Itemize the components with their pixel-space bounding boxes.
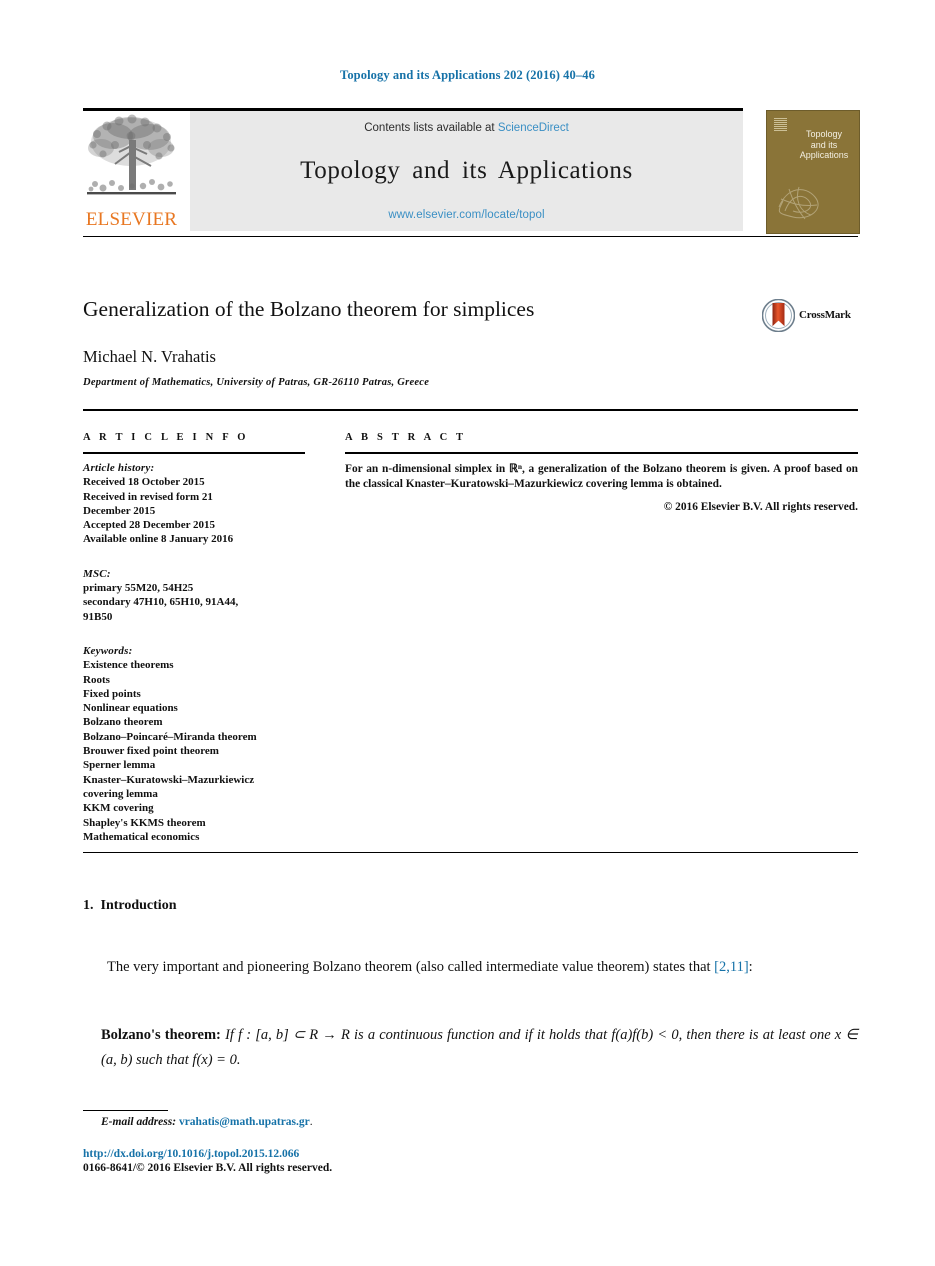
article-history-item: Accepted 28 December 2015 xyxy=(83,519,216,532)
keyword-item: Brouwer fixed point theorem xyxy=(83,745,219,758)
email-label: E-mail address: xyxy=(101,1116,177,1128)
sciencedirect-banner: Contents lists available at ScienceDirec… xyxy=(190,111,743,231)
keywords-block: Keywords: Existence theorems Roots Fixed… xyxy=(83,644,305,844)
keyword-item: KKM covering xyxy=(83,802,154,815)
keyword-item: Bolzano–Poincaré–Miranda theorem xyxy=(83,730,257,743)
masthead-bottom-rule xyxy=(83,236,858,237)
intro-text-before-citation: The very important and pioneering Bolzan… xyxy=(107,959,715,975)
journal-cover-thumbnail: Topology and its Applications xyxy=(766,110,860,234)
crossmark-badge[interactable]: CrossMark xyxy=(762,299,862,333)
email-link[interactable]: vrahatis@math.upatras.gr xyxy=(179,1116,310,1128)
keyword-item: Bolzano theorem xyxy=(83,716,163,729)
article-history-item: December 2015 xyxy=(83,504,156,517)
cover-title: Topology and its Applications xyxy=(793,129,855,161)
email-footnote: E-mail address: vrahatis@math.upatras.gr… xyxy=(101,1116,313,1128)
journal-homepage-link[interactable]: www.elsevier.com/locate/topol xyxy=(190,209,743,221)
article-info-heading: A R T I C L E I N F O xyxy=(83,432,249,443)
contents-available-line: Contents lists available at ScienceDirec… xyxy=(190,122,743,134)
article-history-item: Received in revised form 21 xyxy=(83,490,213,503)
msc-item: secondary 47H10, 65H10, 91A44, xyxy=(83,596,239,609)
citation-link[interactable]: [2,11] xyxy=(714,959,749,975)
abstract-rule xyxy=(345,452,858,454)
footnote-rule xyxy=(83,1110,168,1111)
keyword-item: Shapley's KKMS theorem xyxy=(83,816,206,829)
abstract-copyright: © 2016 Elsevier B.V. All rights reserved… xyxy=(663,501,858,514)
intro-text-after-citation: : xyxy=(748,959,753,975)
bolzano-theorem-statement: Bolzano's theorem: If f : [a, b] ⊂ R → R… xyxy=(101,1023,858,1073)
theorem-name: Bolzano's theorem: xyxy=(101,1027,221,1043)
paper-page: Topology and its Applications 202 (2016)… xyxy=(0,0,935,1266)
info-bottom-rule xyxy=(83,852,858,853)
keyword-item: Mathematical economics xyxy=(83,830,200,843)
section-heading-introduction: 1. Introduction xyxy=(83,898,176,914)
article-history-block: Article history: Received 18 October 201… xyxy=(83,461,305,547)
elsevier-tree-icon xyxy=(87,114,176,195)
article-history-label: Article history: xyxy=(83,462,155,474)
msc-item: 91B50 xyxy=(83,610,113,623)
abstract-heading: A B S T R A C T xyxy=(345,432,467,443)
cover-artwork-icon xyxy=(778,186,819,220)
doi-link[interactable]: http://dx.doi.org/10.1016/j.topol.2015.1… xyxy=(83,1148,299,1160)
cover-title-line3: Applications xyxy=(799,150,849,160)
keyword-item: Sperner lemma xyxy=(83,759,156,772)
journal-title: Topology and its Applications xyxy=(300,157,633,184)
keyword-item: Roots xyxy=(83,673,110,686)
msc-item: primary 55M20, 54H25 xyxy=(83,582,194,595)
author-affiliation: Department of Mathematics, University of… xyxy=(83,377,430,388)
sciencedirect-link[interactable]: ScienceDirect xyxy=(498,122,569,134)
journal-masthead: ELSEVIER Contents lists available at Sci… xyxy=(83,111,743,231)
intro-paragraph: The very important and pioneering Bolzan… xyxy=(83,955,858,980)
author-name: Michael N. Vrahatis xyxy=(83,347,216,366)
msc-label: MSC: xyxy=(83,567,111,580)
article-info-rule xyxy=(83,452,305,454)
elsevier-wordmark: ELSEVIER xyxy=(85,209,178,230)
keyword-item: Nonlinear equations xyxy=(83,702,178,715)
cover-title-line2: and its xyxy=(810,139,838,150)
keyword-item: Knaster–Kuratowski–Mazurkiewicz xyxy=(83,773,255,786)
cover-publisher-mark-icon xyxy=(774,118,787,131)
keyword-item: Fixed points xyxy=(83,687,141,700)
keyword-item: Existence theorems xyxy=(83,659,174,672)
running-head: Topology and its Applications 202 (2016)… xyxy=(340,68,595,82)
article-history-item: Available online 8 January 2016 xyxy=(83,533,234,546)
abstract-column: A B S T R A C T For an n-dimensional sim… xyxy=(345,432,858,513)
article-history-item: Received 18 October 2015 xyxy=(83,476,205,489)
elsevier-logo: ELSEVIER xyxy=(83,111,180,231)
section-label: Introduction xyxy=(100,898,177,913)
info-top-rule xyxy=(83,409,858,411)
issn-copyright-line: 0166-8641/© 2016 Elsevier B.V. All right… xyxy=(83,1162,333,1174)
abstract-text: For an n-dimensional simplex in ℝⁿ, a ge… xyxy=(345,463,858,490)
section-number: 1. xyxy=(83,898,94,913)
crossmark-label: CrossMark xyxy=(799,309,851,321)
email-period: . xyxy=(309,1116,313,1128)
crossmark-icon xyxy=(762,299,795,332)
article-info-column: A R T I C L E I N F O Article history: R… xyxy=(83,432,305,844)
cover-title-line1: Topology xyxy=(805,129,843,139)
contents-available-text: Contents lists available at xyxy=(364,122,498,134)
keyword-item: covering lemma xyxy=(83,787,158,800)
msc-block: MSC: primary 55M20, 54H25 secondary 47H1… xyxy=(83,567,305,624)
page-title: Generalization of the Bolzano theorem fo… xyxy=(83,297,535,321)
keywords-label: Keywords: xyxy=(83,644,133,657)
